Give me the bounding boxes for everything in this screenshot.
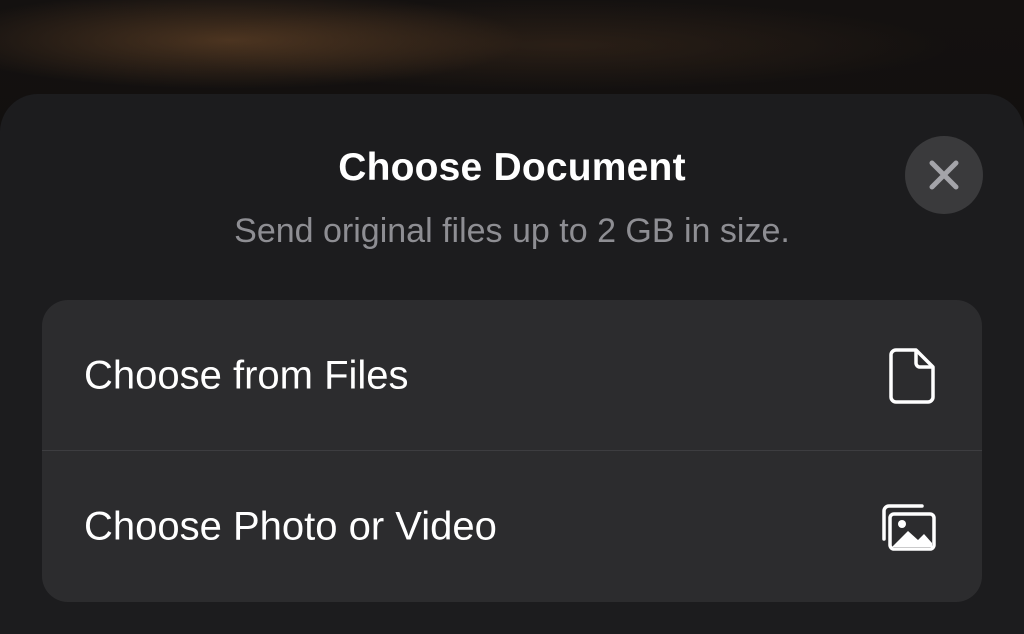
sheet-subtitle: Send original files up to 2 GB in size. [234, 212, 790, 250]
sheet-title: Choose Document [338, 146, 686, 189]
options-divider [42, 450, 982, 451]
option-label: Choose Photo or Video [84, 504, 497, 548]
choose-photo-or-video-option[interactable]: Choose Photo or Video [42, 451, 982, 602]
choose-from-files-option[interactable]: Choose from Files [42, 300, 982, 451]
document-icon [888, 347, 936, 405]
photo-library-icon [878, 503, 936, 551]
option-label: Choose from Files [84, 353, 409, 397]
document-options-group: Choose from Files Choose Photo or Video [42, 300, 982, 602]
close-button[interactable] [905, 136, 983, 214]
close-icon [929, 160, 959, 190]
